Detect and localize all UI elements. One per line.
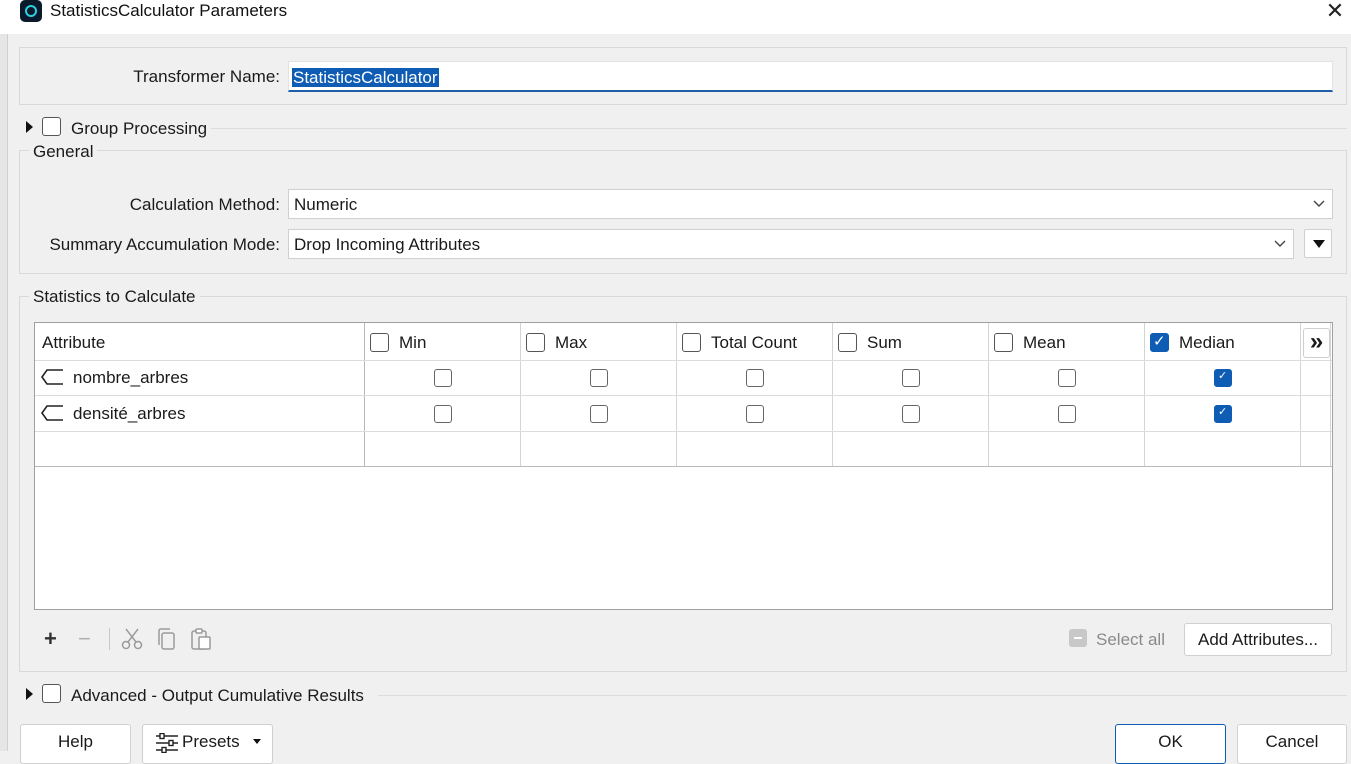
close-icon[interactable]: ✕ [1324, 0, 1346, 22]
column-total-count-checkbox[interactable] [682, 333, 701, 352]
transformer-name-value: StatisticsCalculator [292, 68, 439, 87]
more-columns-button[interactable]: » [1303, 328, 1330, 358]
calculation-method-label: Calculation Method: [129, 195, 280, 214]
expand-arrow-icon[interactable] [26, 121, 33, 133]
group-processing-checkbox[interactable] [42, 117, 61, 136]
advanced-checkbox[interactable] [42, 684, 61, 703]
row-divider [35, 395, 1332, 396]
window-title: StatisticsCalculator Parameters [50, 1, 288, 20]
row2-min-checkbox[interactable] [434, 405, 452, 423]
advanced-label: Advanced - Output Cumulative Results [71, 686, 364, 705]
row1-median-checkbox[interactable] [1214, 369, 1232, 387]
divider [378, 695, 1347, 696]
row-attribute-nombre-arbres: nombre_arbres [73, 368, 189, 387]
row2-total-count-checkbox[interactable] [746, 405, 764, 423]
transformer-name-input[interactable]: StatisticsCalculator [288, 61, 1333, 92]
help-button[interactable]: Help [20, 724, 131, 764]
row1-sum-checkbox[interactable] [902, 369, 920, 387]
row1-total-count-checkbox[interactable] [746, 369, 764, 387]
remove-row-icon[interactable]: − [78, 628, 91, 650]
chevron-down-icon [1313, 200, 1325, 207]
column-median-checkbox[interactable] [1150, 332, 1169, 352]
indeterminate-dash [1074, 637, 1082, 639]
triangle-down-icon [253, 739, 261, 744]
column-header-mean: Mean [1023, 333, 1066, 352]
row1-min-checkbox[interactable] [434, 369, 452, 387]
attribute-tag-icon [41, 369, 63, 385]
row-divider [35, 466, 1332, 467]
row1-mean-checkbox[interactable] [1058, 369, 1076, 387]
divider [211, 128, 1347, 129]
row-attribute-densite-arbres: densité_arbres [73, 404, 186, 423]
summary-mode-value: Drop Incoming Attributes [294, 235, 481, 254]
background-window-edge [0, 34, 8, 751]
triangle-down-icon [1313, 240, 1325, 248]
column-header-attribute: Attribute [42, 333, 106, 352]
calculation-method-select[interactable]: Numeric [288, 189, 1333, 219]
cancel-button[interactable]: Cancel [1237, 724, 1347, 764]
column-header-total-count: Total Count [711, 333, 797, 352]
group-processing-label: Group Processing [71, 119, 208, 138]
chevron-down-icon [1274, 240, 1286, 247]
toolbar-separator [109, 628, 110, 650]
general-heading: General [29, 142, 98, 162]
add-attributes-button[interactable]: Add Attributes... [1184, 623, 1332, 656]
row2-mean-checkbox[interactable] [1058, 405, 1076, 423]
expand-arrow-icon[interactable] [26, 688, 33, 700]
app-icon [20, 0, 42, 22]
sliders-icon [156, 733, 178, 753]
row-divider [35, 431, 1332, 432]
paste-icon[interactable] [189, 627, 213, 651]
column-header-max: Max [555, 333, 588, 352]
statistics-heading: Statistics to Calculate [29, 287, 200, 307]
transformer-name-label: Transformer Name: [133, 67, 280, 86]
ok-button[interactable]: OK [1115, 724, 1226, 764]
column-max-checkbox[interactable] [526, 333, 545, 352]
summary-mode-label: Summary Accumulation Mode: [49, 235, 280, 254]
column-sum-checkbox[interactable] [838, 333, 857, 352]
select-all-label: Select all [1096, 630, 1165, 649]
attribute-tag-icon [41, 405, 63, 421]
cut-icon[interactable] [120, 627, 144, 651]
row2-median-checkbox[interactable] [1214, 405, 1232, 423]
select-all-checkbox[interactable] [1069, 629, 1087, 647]
column-header-sum: Sum [867, 333, 902, 352]
row-divider [35, 360, 1332, 361]
row2-max-checkbox[interactable] [590, 405, 608, 423]
summary-mode-select[interactable]: Drop Incoming Attributes [288, 229, 1294, 259]
row1-max-checkbox[interactable] [590, 369, 608, 387]
presets-label: Presets [182, 732, 240, 751]
column-header-median: Median [1179, 333, 1235, 352]
row2-sum-checkbox[interactable] [902, 405, 920, 423]
summary-mode-menu-button[interactable] [1304, 229, 1332, 258]
column-mean-checkbox[interactable] [994, 333, 1013, 352]
calculation-method-value: Numeric [294, 195, 358, 214]
presets-button[interactable]: Presets [142, 724, 273, 764]
column-header-min: Min [399, 333, 427, 352]
column-min-checkbox[interactable] [370, 333, 389, 352]
add-row-icon[interactable]: + [44, 628, 57, 650]
copy-icon[interactable] [155, 627, 179, 651]
